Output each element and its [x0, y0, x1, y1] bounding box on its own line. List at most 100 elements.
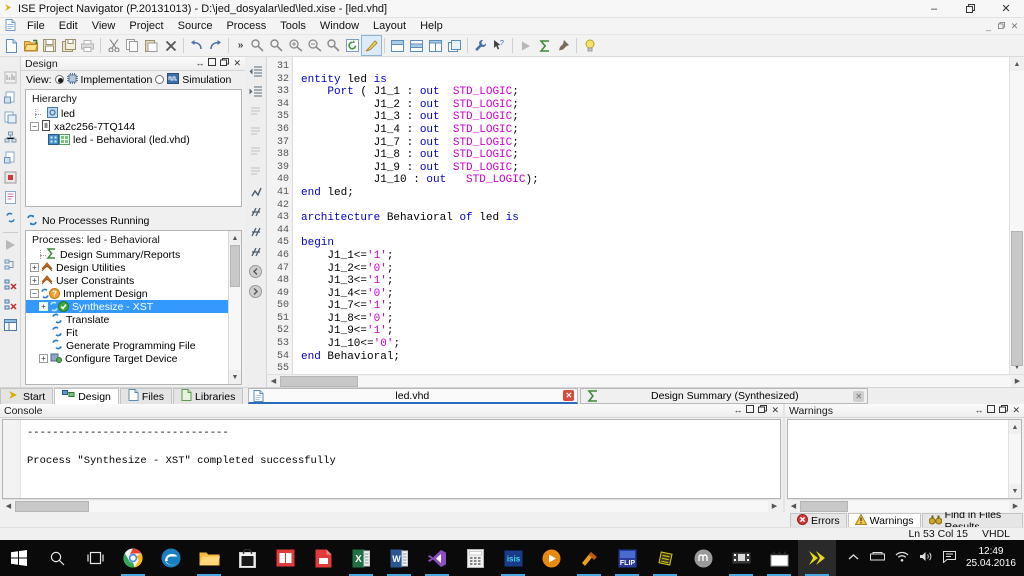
status-tab-warnings[interactable]: Warnings	[847, 512, 921, 527]
doc-tab-close-button[interactable]: ✕	[563, 390, 575, 401]
word-icon[interactable]: W	[380, 540, 418, 576]
cut-icon[interactable]	[104, 36, 123, 55]
scroll-track[interactable]	[280, 375, 1011, 387]
tree-expander[interactable]: +	[39, 354, 48, 363]
find-key-icon[interactable]	[324, 36, 343, 55]
process-item-implement-design[interactable]: − ? Implement Design	[26, 287, 241, 300]
dock-maximize-button[interactable]	[208, 58, 217, 69]
menu-item-edit[interactable]: Edit	[52, 18, 85, 35]
warnings-horizontal-scrollbar[interactable]: ◀ ▶	[787, 499, 1022, 512]
dock-maximize-button[interactable]	[746, 405, 755, 416]
hierarchy-item-device[interactable]: − xa2c256-7TQ144	[26, 119, 241, 133]
find-icon[interactable]	[248, 36, 267, 55]
processes-tree[interactable]: Processes: led - Behavioral Design Summa…	[25, 230, 242, 385]
reader-icon[interactable]	[266, 540, 304, 576]
indent-icon[interactable]	[247, 83, 264, 100]
close-button[interactable]: ✕	[988, 0, 1024, 18]
delete-icon[interactable]	[161, 36, 180, 55]
vhdl-file-rail-icon[interactable]	[2, 189, 19, 206]
ise-navigator-icon[interactable]	[798, 540, 836, 576]
media-player-icon[interactable]	[532, 540, 570, 576]
scroll-thumb[interactable]	[15, 500, 89, 512]
view-option-simulation[interactable]: Simulation	[182, 74, 231, 86]
find-symbol-icon[interactable]	[247, 183, 264, 200]
scroll-thumb[interactable]	[1011, 231, 1023, 366]
dock-close-button[interactable]: ✕	[771, 405, 779, 416]
uncomment-icon[interactable]	[247, 123, 264, 140]
doc-tab-close-button[interactable]: ✕	[853, 390, 865, 402]
dock-maximize-button[interactable]	[987, 405, 996, 416]
tab-start[interactable]: Start	[0, 388, 54, 404]
zoom-in-icon[interactable]	[286, 36, 305, 55]
minimize-button[interactable]: –	[916, 0, 952, 18]
reset-process-rail-icon[interactable]	[2, 296, 19, 313]
wrench-icon[interactable]	[471, 36, 490, 55]
file-explorer-icon[interactable]	[190, 540, 228, 576]
scroll-thumb[interactable]	[230, 245, 240, 287]
task-view-icon[interactable]	[76, 540, 114, 576]
scroll-down-arrow[interactable]: ▼	[1009, 484, 1021, 498]
redo-icon[interactable]	[206, 36, 225, 55]
help-pointer-icon[interactable]: ?	[490, 36, 509, 55]
hierarchy-item-led[interactable]: led	[26, 106, 241, 120]
moodle-icon[interactable]	[684, 540, 722, 576]
hierarchy-item-module[interactable]: led - Behavioral (led.vhd)	[26, 133, 241, 146]
action-center-icon[interactable]	[938, 550, 962, 566]
edge-icon[interactable]	[152, 540, 190, 576]
run-icon[interactable]	[516, 36, 535, 55]
process-item-configure-target-device[interactable]: + Configure Target Device	[26, 352, 241, 365]
scroll-down-arrow[interactable]: ▼	[229, 370, 241, 384]
menu-item-file[interactable]: File	[20, 18, 52, 35]
implementation-view-icon[interactable]	[2, 169, 19, 186]
panel-top-icon[interactable]	[388, 36, 407, 55]
chevron-up-icon[interactable]	[842, 552, 866, 564]
code-text[interactable]: entity led is Port ( J1_1 : out STD_LOGI…	[293, 57, 1009, 374]
tree-expander[interactable]: +	[30, 276, 39, 285]
search-icon[interactable]	[38, 540, 76, 576]
menu-item-tools[interactable]: Tools	[273, 18, 313, 35]
scroll-left-arrow[interactable]: ◀	[787, 502, 800, 510]
status-tab-errors[interactable]: Errors	[790, 513, 847, 527]
ares-icon[interactable]	[570, 540, 608, 576]
outdent-icon[interactable]	[247, 63, 264, 80]
visual-studio-icon[interactable]	[418, 540, 456, 576]
excel-icon[interactable]: X	[342, 540, 380, 576]
process-item-design-utilities[interactable]: + Design Utilities	[26, 261, 241, 274]
processes-scrollbar[interactable]: ▲ ▼	[228, 231, 241, 384]
tree-expander[interactable]: −	[30, 289, 39, 298]
flip-icon[interactable]: FLIP	[608, 540, 646, 576]
dock-resize-button[interactable]: ↔	[733, 405, 742, 416]
calculator-icon[interactable]	[456, 540, 494, 576]
toggle-comment-icon[interactable]	[247, 143, 264, 160]
bookmark-icon[interactable]	[247, 163, 264, 180]
manage-sources-icon[interactable]	[2, 149, 19, 166]
design-overview-icon[interactable]	[2, 69, 19, 86]
dock-float-button[interactable]	[999, 405, 1009, 416]
scroll-up-arrow[interactable]: ▲	[229, 231, 241, 245]
pdf-icon[interactable]	[304, 540, 342, 576]
toolbar-overflow-button[interactable]: »	[232, 40, 248, 51]
scroll-track[interactable]	[15, 500, 768, 512]
warnings-vertical-scrollbar[interactable]: ▲ ▼	[1008, 420, 1021, 498]
prev-bookmark-icon[interactable]	[247, 223, 264, 240]
tree-expander[interactable]: +	[39, 302, 48, 311]
radio-simulation[interactable]	[155, 75, 165, 84]
console-body[interactable]: -------------------------------- Process…	[2, 419, 781, 499]
volume-icon[interactable]	[914, 551, 938, 565]
panel-columns-icon[interactable]	[426, 36, 445, 55]
editor-horizontal-scrollbar[interactable]: ◀ ▶	[267, 374, 1024, 387]
back-nav-icon[interactable]	[247, 263, 264, 280]
menu-item-help[interactable]: Help	[413, 18, 450, 35]
dock-float-button[interactable]	[758, 405, 768, 416]
new-file-icon[interactable]	[2, 36, 21, 55]
add-copy-source-icon[interactable]	[2, 109, 19, 126]
pin-icon[interactable]	[554, 36, 573, 55]
scroll-track[interactable]	[1010, 71, 1024, 366]
process-item-user-constraints[interactable]: + User Constraints	[26, 274, 241, 287]
highlight-icon[interactable]	[361, 35, 382, 56]
run-process-rail-icon[interactable]	[2, 236, 19, 253]
menu-item-source[interactable]: Source	[171, 18, 220, 35]
zoom-out-icon[interactable]	[305, 36, 324, 55]
undo-icon[interactable]	[187, 36, 206, 55]
warnings-body[interactable]: ▲ ▼	[787, 419, 1022, 499]
